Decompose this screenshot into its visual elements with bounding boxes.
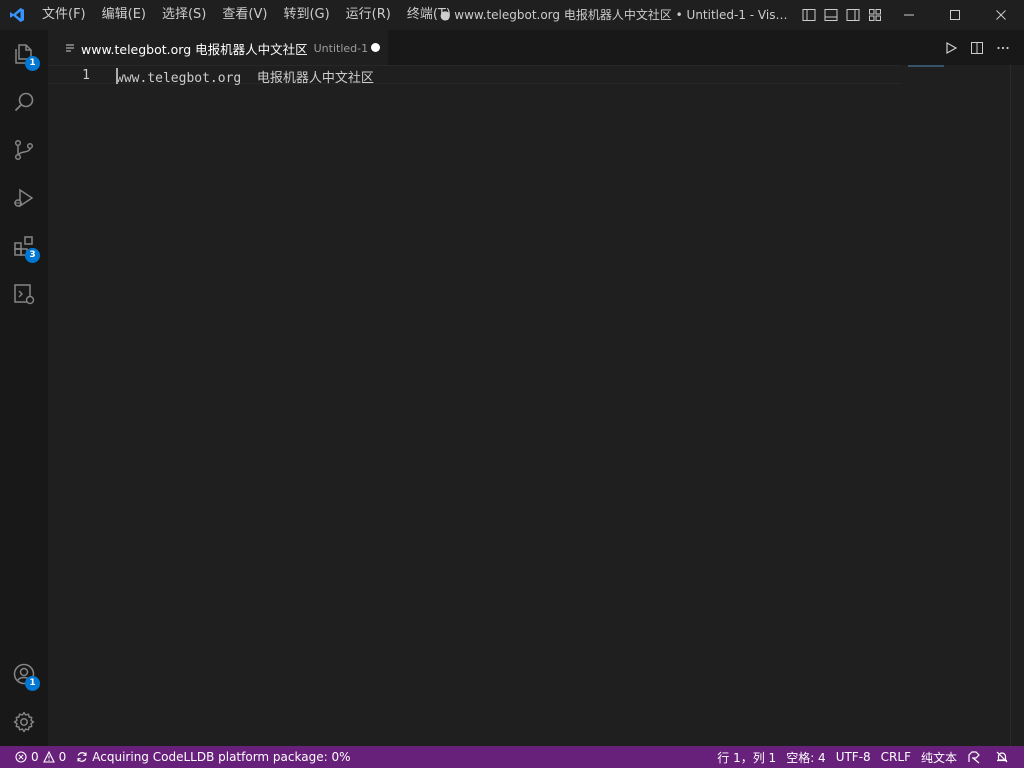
- encoding[interactable]: UTF-8: [831, 746, 876, 768]
- vscode-logo-icon[interactable]: [0, 0, 34, 30]
- minimize-icon[interactable]: [886, 0, 932, 30]
- status-bar: 0 0 Acquiring CodeLLDB platform package:…: [0, 746, 1024, 768]
- more-actions-icon[interactable]: [990, 30, 1016, 65]
- run-debug-icon: [14, 188, 34, 208]
- warning-count: 0: [58, 750, 67, 764]
- menu-file[interactable]: 文件(F): [34, 0, 94, 30]
- tab-untitled-1[interactable]: www.telegbot.org 电报机器人中文社区 Untitled-1: [48, 30, 388, 65]
- maximize-icon[interactable]: [932, 0, 978, 30]
- menu-run[interactable]: 运行(R): [338, 0, 399, 30]
- activity-accounts[interactable]: 1: [0, 650, 48, 698]
- cursor-position[interactable]: 行 1，列 1: [712, 746, 781, 768]
- source-control-icon: [14, 139, 34, 161]
- tab-bar: www.telegbot.org 电报机器人中文社区 Untitled-1: [48, 30, 1024, 65]
- error-icon: [15, 751, 27, 763]
- activity-explorer[interactable]: 1: [0, 30, 48, 78]
- plain-text-file-icon: [64, 42, 76, 54]
- unsaved-dot-icon[interactable]: [371, 43, 380, 52]
- vertical-scrollbar[interactable]: [1010, 65, 1024, 746]
- end-of-line[interactable]: CRLF: [876, 746, 916, 768]
- gear-icon: [13, 711, 35, 733]
- toggle-panel-icon[interactable]: [820, 0, 842, 30]
- feedback-icon[interactable]: [962, 746, 990, 768]
- editor-line[interactable]: 1 www.telegbot.org 电报机器人中文社区: [48, 65, 900, 86]
- task-status[interactable]: Acquiring CodeLLDB platform package: 0%: [71, 746, 355, 768]
- window-controls: [886, 0, 1024, 30]
- error-count: 0: [31, 750, 39, 764]
- search-icon: [14, 92, 34, 112]
- customize-layout-icon[interactable]: [864, 0, 886, 30]
- text-cursor: [116, 68, 118, 84]
- activity-extensions[interactable]: 3: [0, 222, 48, 270]
- task-text: Acquiring CodeLLDB platform package: 0%: [92, 750, 351, 764]
- activity-manage[interactable]: [0, 698, 48, 746]
- language-mode[interactable]: 纯文本: [916, 746, 962, 768]
- window-title: ● www.telegbot.org 电报机器人中文社区 • Untitled-…: [440, 8, 792, 22]
- editor-actions: [938, 30, 1016, 65]
- split-editor-icon[interactable]: [964, 30, 990, 65]
- title-bar: 文件(F) 编辑(E) 选择(S) 查看(V) 转到(G) 运行(R) 终端(T…: [0, 0, 1024, 30]
- tab-description: Untitled-1: [313, 41, 369, 55]
- editor-area[interactable]: 1 www.telegbot.org 电报机器人中文社区: [48, 65, 1024, 746]
- menu-goto[interactable]: 转到(G): [275, 0, 337, 30]
- toggle-primary-sidebar-icon[interactable]: [798, 0, 820, 30]
- notifications-bell-icon[interactable]: [990, 746, 1018, 768]
- toggle-secondary-sidebar-icon[interactable]: [842, 0, 864, 30]
- run-file-icon[interactable]: [938, 30, 964, 65]
- minimap[interactable]: [908, 65, 944, 67]
- layout-controls: [798, 0, 886, 30]
- menu-view[interactable]: 查看(V): [214, 0, 275, 30]
- activity-remote-explorer[interactable]: [0, 270, 48, 318]
- indentation[interactable]: 空格: 4: [781, 746, 831, 768]
- explorer-badge: 1: [25, 56, 40, 71]
- problems-status[interactable]: 0 0: [10, 746, 71, 768]
- activity-search[interactable]: [0, 78, 48, 126]
- extensions-badge: 3: [25, 248, 40, 263]
- menu-bar: 文件(F) 编辑(E) 选择(S) 查看(V) 转到(G) 运行(R) 终端(T…: [34, 0, 459, 30]
- accounts-badge: 1: [25, 676, 40, 691]
- menu-selection[interactable]: 选择(S): [154, 0, 214, 30]
- sync-icon: [77, 752, 87, 762]
- line-number: 1: [82, 68, 90, 83]
- menu-edit[interactable]: 编辑(E): [94, 0, 154, 30]
- activity-bar: 1 3 1: [0, 30, 48, 746]
- remote-explorer-icon: [14, 284, 35, 305]
- close-icon[interactable]: [978, 0, 1024, 30]
- tab-label: www.telegbot.org 电报机器人中文社区: [81, 41, 308, 57]
- warning-icon: [42, 751, 55, 763]
- activity-run-debug[interactable]: [0, 174, 48, 222]
- line-text[interactable]: www.telegbot.org 电报机器人中文社区: [116, 67, 374, 86]
- activity-source-control[interactable]: [0, 126, 48, 174]
